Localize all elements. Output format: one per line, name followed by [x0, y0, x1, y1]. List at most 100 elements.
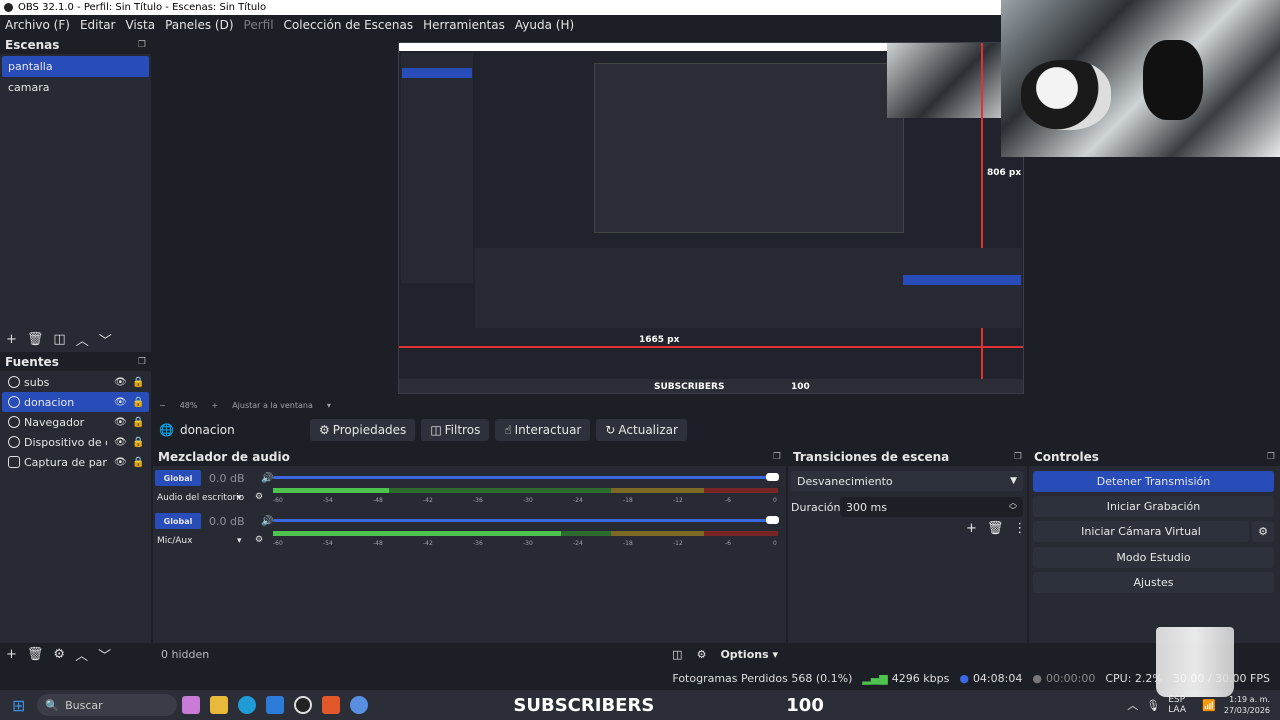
scenes-toolbar: + 🗑 ◫ ︿ ﹀ [0, 330, 151, 349]
properties-button[interactable]: ⚙ Propiedades [309, 419, 416, 441]
source-row-donacion[interactable]: donacion 👁 🔒 [2, 392, 149, 412]
move-down-icon[interactable]: ﹀ [98, 645, 111, 664]
menu-herramientas[interactable]: Herramientas [418, 18, 510, 32]
scene-item-pantalla[interactable]: pantalla [2, 56, 149, 77]
meter-ticks-2: -60 -54 -48 -42 -36 -30 -24 -18 -12 -6 0 [273, 540, 777, 547]
dock-float-icon[interactable]: ❐ [138, 357, 146, 367]
lock-icon[interactable]: 🔒 [132, 417, 144, 428]
source-row-subs[interactable]: subs 👁 🔒 [2, 372, 149, 392]
language-indicator[interactable]: ESP LAA [1168, 695, 1194, 715]
add-source-icon[interactable]: + [6, 647, 17, 662]
channel-settings-icon[interactable]: ⚙ [255, 535, 263, 545]
dock-float-icon[interactable]: ❐ [1267, 452, 1275, 462]
virtual-camera-settings-button[interactable]: ⚙ [1252, 521, 1274, 542]
source-row-captura[interactable]: Captura de pantalla 👁 🔒 [2, 452, 149, 472]
visibility-eye-icon[interactable]: 👁 [114, 437, 127, 448]
microphone-icon[interactable]: 🎙 [1146, 699, 1160, 712]
lock-icon[interactable]: 🔒 [132, 457, 144, 468]
copilot-icon[interactable] [182, 696, 201, 714]
remove-transition-icon[interactable]: 🗑 [987, 521, 1004, 536]
settings-button[interactable]: Ajustes [1033, 572, 1274, 593]
clock[interactable]: 1:19 a. m. 27/03/2026 [1224, 694, 1270, 716]
add-transition-icon[interactable]: + [966, 521, 977, 536]
start-recording-button[interactable]: Iniciar Grabación [1033, 496, 1274, 517]
refresh-button[interactable]: ↻ Actualizar [596, 419, 687, 441]
visibility-eye-icon[interactable]: 👁 [114, 417, 127, 428]
volume-knob-2[interactable] [766, 516, 779, 524]
transitions-toolbar: + 🗑 ⋮ [966, 521, 1026, 536]
lock-icon[interactable]: 🔒 [132, 397, 144, 408]
menu-ayuda[interactable]: Ayuda (H) [510, 18, 579, 32]
menu-vista[interactable]: Vista [120, 18, 160, 32]
channel-menu-icon[interactable]: ▾ [237, 536, 242, 546]
menu-archivo[interactable]: Archivo (F) [0, 18, 75, 32]
transition-select[interactable]: Desvanecimiento ▼ [791, 471, 1023, 491]
dock-float-icon[interactable]: ❐ [773, 452, 781, 462]
menu-perfil[interactable]: Perfil [239, 18, 279, 32]
move-down-icon[interactable]: ﹀ [99, 330, 112, 349]
scene-item-camara[interactable]: camara [2, 77, 149, 98]
windows-start-icon[interactable]: ⊞ [12, 696, 25, 715]
taskbar-search[interactable]: 🔍 Buscar [37, 694, 178, 716]
more-options-icon[interactable]: ⋮ [1013, 521, 1026, 536]
start-virtual-camera-button[interactable]: Iniciar Cámara Virtual [1033, 521, 1249, 542]
globe-icon [8, 376, 20, 388]
speaker-icon[interactable]: 🔊 [261, 516, 273, 527]
layout-toggle-icon[interactable]: ◫ [672, 648, 682, 661]
obs-taskbar-icon[interactable] [294, 696, 313, 714]
filters-button[interactable]: ◫ Filtros [421, 419, 490, 441]
file-explorer-icon[interactable] [210, 696, 229, 714]
channel-name-1: Audio del escritorio [157, 493, 245, 503]
channel-menu-icon[interactable]: ▾ [237, 493, 242, 503]
dock-float-icon[interactable]: ❐ [1014, 452, 1022, 462]
menu-editar[interactable]: Editar [75, 18, 121, 32]
visibility-eye-icon[interactable]: 👁 [114, 457, 127, 468]
options-button[interactable]: Options ▾ [720, 648, 778, 661]
studio-mode-button[interactable]: Modo Estudio [1033, 547, 1274, 568]
advanced-audio-icon[interactable]: ⚙ [697, 648, 707, 661]
volume-slider-1[interactable] [273, 476, 778, 479]
zoom-in-icon[interactable]: + [211, 401, 218, 410]
volume-db: 0.0 dB [209, 514, 245, 528]
add-scene-icon[interactable]: + [6, 332, 17, 347]
source-row-dispositivo[interactable]: Dispositivo de capt 👁 🔒 [2, 432, 149, 452]
app-icon[interactable] [350, 696, 369, 714]
tray-chevron-icon[interactable]: ︿ [1127, 697, 1138, 713]
move-up-icon[interactable]: ︿ [76, 330, 89, 349]
dropped-frames: Fotogramas Perdidos 568 (0.1%) [672, 671, 853, 685]
duration-spinbox[interactable]: 300 ms ︿ ﹀ [840, 497, 1023, 517]
visibility-eye-icon[interactable]: 👁 [114, 397, 127, 408]
move-up-icon[interactable]: ︿ [75, 645, 88, 664]
visibility-eye-icon[interactable]: 👁 [114, 377, 127, 388]
lock-icon[interactable]: 🔒 [132, 377, 144, 388]
volume-knob-1[interactable] [766, 473, 779, 481]
speaker-icon[interactable]: 🔊 [261, 473, 273, 484]
nested-inner-capture [594, 63, 904, 233]
menu-coleccion-escenas[interactable]: Colección de Escenas [279, 18, 419, 32]
source-row-navegador[interactable]: Navegador 👁 🔒 [2, 412, 149, 432]
store-icon[interactable] [266, 696, 285, 714]
nested-overlay-count: 100 [791, 382, 810, 392]
channel-settings-icon[interactable]: ⚙ [255, 492, 263, 502]
zoom-out-icon[interactable]: − [159, 401, 166, 410]
wifi-icon[interactable]: 📶 [1202, 699, 1216, 712]
edge-icon[interactable] [238, 696, 257, 714]
fit-dropdown-icon[interactable]: ▾ [327, 401, 331, 410]
scene-filters-icon[interactable]: ◫ [53, 332, 65, 347]
fit-window-label[interactable]: Ajustar a la ventana [232, 401, 313, 410]
stop-streaming-button[interactable]: Detener Transmisión [1033, 471, 1274, 492]
spin-arrows-icon[interactable]: ︿ ﹀ [1009, 499, 1017, 515]
filter-icon: ◫ [430, 423, 442, 437]
signal-icon: ▂▄▆ [862, 671, 888, 685]
interact-button[interactable]: ☝ Interactuar [495, 419, 591, 441]
duration-label: Duración [791, 501, 841, 514]
menu-paneles[interactable]: Paneles (D) [160, 18, 238, 32]
menu-bar: Archivo (F) Editar Vista Paneles (D) Per… [0, 15, 1000, 35]
volume-slider-2[interactable] [273, 519, 778, 522]
brave-icon[interactable] [322, 696, 341, 714]
remove-scene-icon[interactable]: 🗑 [27, 332, 44, 347]
lock-icon[interactable]: 🔒 [132, 437, 144, 448]
dock-float-icon[interactable]: ❐ [138, 40, 146, 50]
remove-source-icon[interactable]: 🗑 [27, 647, 44, 662]
source-properties-icon[interactable]: ⚙ [53, 647, 65, 662]
